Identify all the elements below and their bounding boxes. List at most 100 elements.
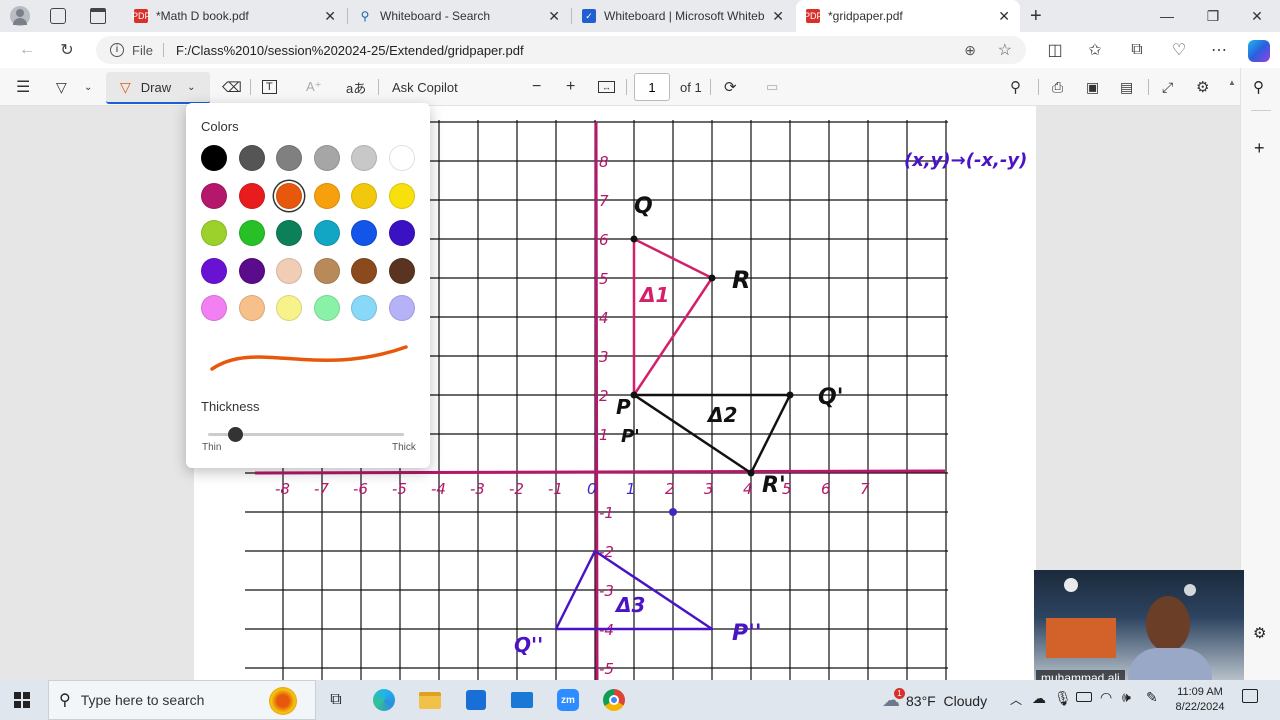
tab-gridpaper[interactable]: PDF *gridpaper.pdf ✕ [796,0,1020,32]
color-swatch[interactable] [201,145,227,171]
color-swatch[interactable] [388,182,415,209]
draw-button[interactable]: ▽ Draw ⌄ [106,72,210,104]
minimize-button[interactable]: — [1144,0,1190,32]
color-swatch[interactable] [201,257,227,284]
scroll-up-icon[interactable]: ▲ [1228,78,1236,87]
page-number-input[interactable] [634,73,670,101]
pen-icon[interactable]: ✎ [1146,689,1158,706]
more-menu-icon[interactable]: ⋯ [1206,38,1232,62]
chrome-icon[interactable] [598,684,630,716]
color-swatch[interactable] [388,295,415,321]
window-close-button[interactable]: ✕ [1234,0,1280,32]
address-bar[interactable]: i File F:/Class%2010/session%202024-25/E… [96,36,1026,64]
profile-icon[interactable] [10,6,30,26]
color-swatch[interactable] [276,295,302,321]
zoom-app-icon[interactable]: zm [552,684,584,716]
favorite-star-icon[interactable]: ☆ [998,40,1012,60]
zoom-in-button[interactable]: + [566,76,575,98]
color-swatch[interactable] [238,220,265,246]
color-swatch[interactable] [313,295,340,321]
text-format-icon[interactable]: A⁺ [306,76,322,98]
extensions-icon[interactable]: ♡ [1166,38,1192,62]
refresh-button[interactable]: ↻ [54,38,80,62]
contents-icon[interactable]: ☰ [16,76,30,98]
color-swatch[interactable] [351,295,377,321]
fullscreen-icon[interactable]: ⤢ [1162,76,1173,98]
chevron-down-icon[interactable]: ⌄ [84,76,92,98]
color-swatch[interactable] [276,257,302,284]
copilot-icon[interactable] [1248,40,1270,62]
save-as-icon[interactable]: ▤ [1120,76,1133,98]
close-icon[interactable]: ✕ [772,8,784,25]
tab-actions-icon[interactable] [90,8,106,24]
color-swatch[interactable] [313,182,340,209]
color-swatch[interactable] [276,145,302,171]
tab-math-d-book[interactable]: PDF *Math D book.pdf ✕ [124,0,346,32]
highlight-icon[interactable]: ▽ [56,76,67,98]
tab-microsoft-whiteboard[interactable]: ✓ Whiteboard | Microsoft Whitebo ✕ [572,0,794,32]
tab-whiteboard-search[interactable]: ⚲ Whiteboard - Search ✕ [348,0,570,32]
ask-copilot-button[interactable]: Ask Copilot [392,76,458,98]
color-swatch[interactable] [238,145,265,171]
settings-gear-icon[interactable]: ⚙ [1253,624,1266,642]
close-icon[interactable]: ✕ [324,8,336,25]
battery-icon[interactable] [1076,692,1092,702]
color-swatch[interactable] [238,257,265,284]
add-icon[interactable]: + [1254,138,1265,159]
text-box-icon[interactable]: T [262,76,277,98]
color-swatch[interactable] [313,145,340,171]
rotate-icon[interactable]: ⟳ [724,76,737,98]
color-swatch[interactable] [388,220,415,246]
color-swatch[interactable] [201,295,227,321]
back-button[interactable]: ← [14,38,40,62]
close-icon[interactable]: ✕ [548,8,560,25]
color-swatch[interactable] [388,145,415,171]
color-swatch[interactable] [351,182,377,209]
microphone-icon[interactable]: 🎙 [1054,690,1072,707]
clock[interactable]: 11:09 AM 8/22/2024 [1168,685,1232,715]
onedrive-icon[interactable]: ☁ [1032,690,1046,707]
show-hidden-icons[interactable]: ︿ [1010,691,1022,708]
color-swatch[interactable] [276,220,302,246]
read-aloud-icon[interactable]: aあ [346,76,366,98]
file-explorer-icon[interactable] [414,684,446,716]
zoom-icon[interactable]: ⊕ [964,42,976,59]
find-icon[interactable]: ⚲ [1010,76,1021,98]
workspaces-icon[interactable] [50,8,66,24]
color-swatch[interactable] [201,182,227,209]
fit-page-icon[interactable]: ↔ [598,76,615,98]
restore-button[interactable]: ❐ [1190,0,1236,32]
color-swatch[interactable] [351,220,377,246]
color-swatch[interactable] [238,182,265,209]
wifi-icon[interactable]: ◠ [1100,689,1112,706]
color-swatch[interactable] [276,182,302,209]
color-swatch[interactable] [351,257,377,284]
color-swatch[interactable] [238,295,265,321]
color-swatch[interactable] [313,220,340,246]
eraser-icon[interactable]: ⌫ [222,76,242,98]
edge-icon[interactable] [368,684,400,716]
color-swatch[interactable] [313,257,340,284]
collections-icon[interactable]: ⧉ [1124,38,1150,62]
color-swatch[interactable] [201,220,227,246]
color-swatch[interactable] [351,145,377,171]
zoom-out-button[interactable]: − [532,76,541,98]
close-icon[interactable]: ✕ [998,8,1010,25]
new-tab-button[interactable]: + [1030,5,1042,28]
save-icon[interactable]: ▣ [1086,76,1099,98]
windows-start-icon[interactable] [6,684,38,716]
search-icon[interactable]: ⚲ [1253,78,1264,96]
color-swatch[interactable] [388,257,415,284]
task-view-icon[interactable]: ⧉ [320,684,352,716]
thickness-slider-thumb[interactable] [228,427,244,442]
settings-gear-icon[interactable]: ⚙ [1196,76,1209,98]
store-icon[interactable] [460,684,492,716]
print-icon[interactable]: ⎙ [1052,76,1063,98]
mail-icon[interactable] [506,684,538,716]
favorites-icon[interactable]: ✩ [1082,38,1108,62]
notifications-icon[interactable] [1242,689,1258,703]
split-screen-icon[interactable]: ◫ [1042,38,1068,62]
page-view-icon[interactable]: ▭ [766,76,778,98]
taskbar-search[interactable]: ⚲ Type here to search [48,680,316,720]
volume-icon[interactable]: 🕪 [1122,689,1131,706]
